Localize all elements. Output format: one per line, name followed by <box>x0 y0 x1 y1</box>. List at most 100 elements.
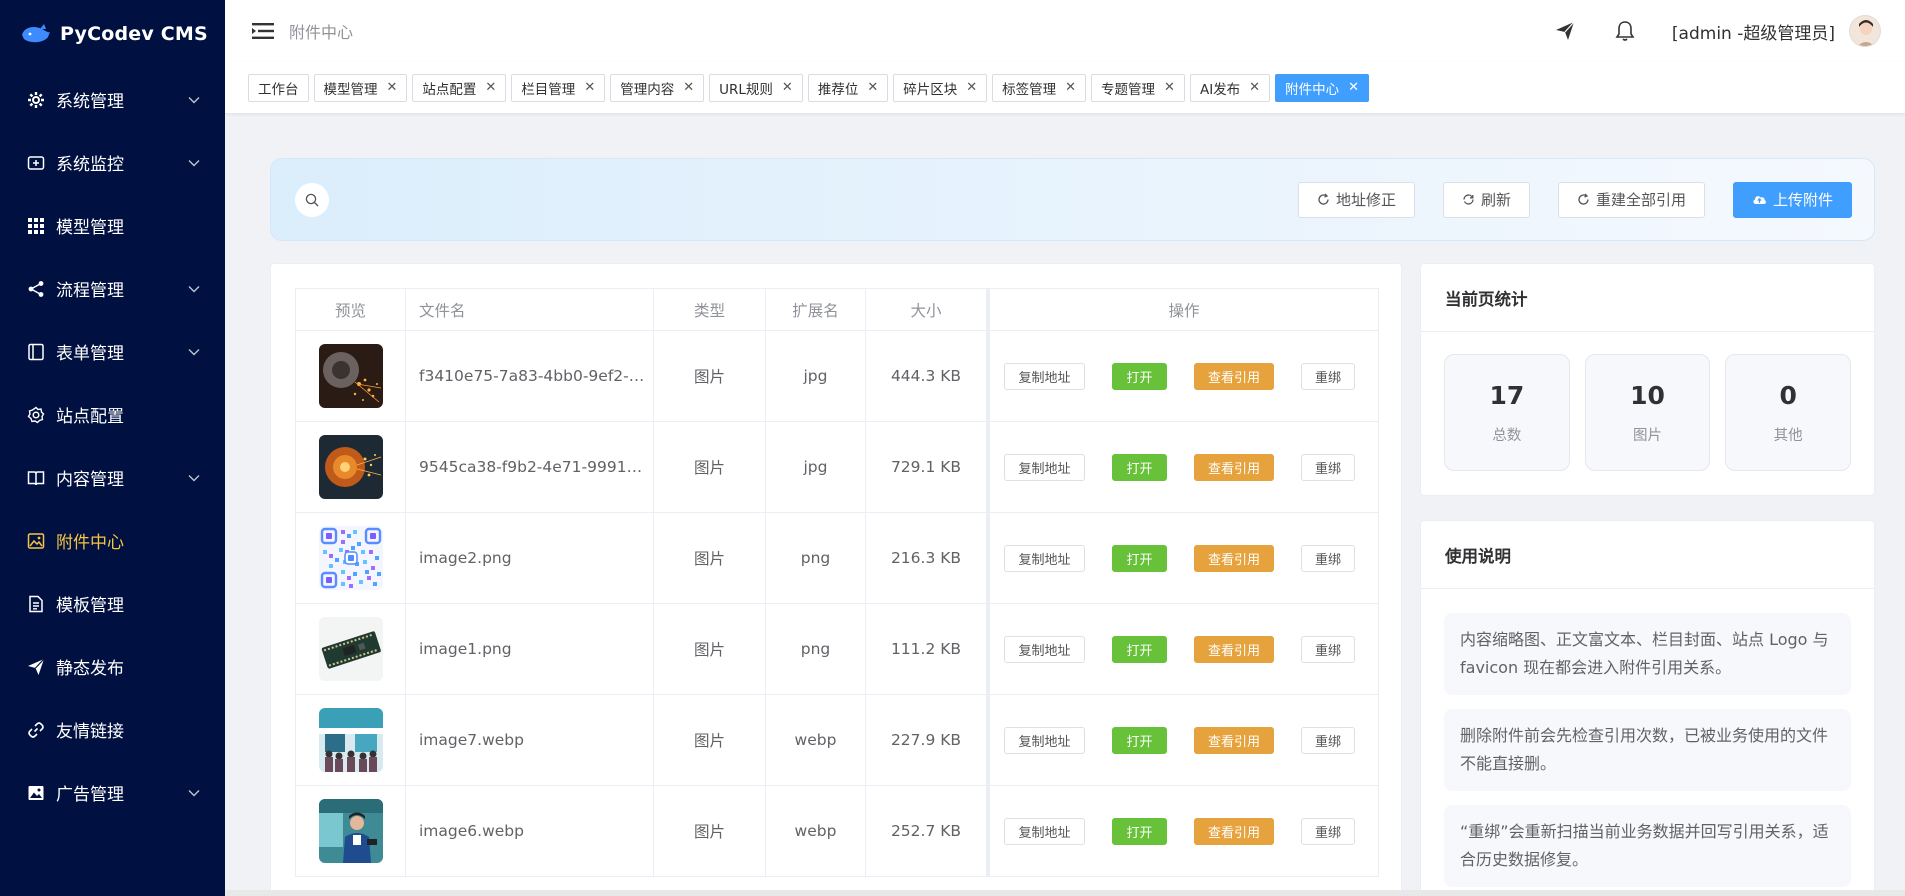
sidebar-item-9[interactable]: 静态发布 <box>0 635 225 698</box>
preview-cell <box>295 331 405 421</box>
copy-address-button[interactable]: 复制地址 <box>1004 635 1085 663</box>
horizontal-scrollbar[interactable] <box>225 890 1905 896</box>
close-icon[interactable]: ✕ <box>1249 80 1260 95</box>
tab-2[interactable]: 站点配置 ✕ <box>412 73 507 102</box>
sidebar-item-8[interactable]: 模板管理 <box>0 572 225 635</box>
copy-address-button[interactable]: 复制地址 <box>1004 726 1085 754</box>
bell-icon[interactable] <box>1612 18 1638 44</box>
tab-4[interactable]: 管理内容 ✕ <box>610 73 705 102</box>
sidebar-item-2[interactable]: 模型管理 <box>0 194 225 257</box>
filename: image6.webp <box>419 822 524 840</box>
tab-1[interactable]: 模型管理 ✕ <box>313 73 408 102</box>
thumbnail-image[interactable] <box>318 708 383 772</box>
sidebar-item-label: 流程管理 <box>56 281 124 301</box>
tab-10[interactable]: AI发布 ✕ <box>1189 73 1271 102</box>
copy-address-button[interactable]: 复制地址 <box>1004 453 1085 481</box>
send-icon[interactable] <box>1552 18 1578 44</box>
view-refs-button[interactable]: 查看引用 <box>1194 362 1274 390</box>
view-refs-button[interactable]: 查看引用 <box>1194 544 1274 572</box>
user-name[interactable]: [admin -超级管理员] <box>1672 19 1835 44</box>
thumbnail-image[interactable] <box>318 617 383 681</box>
fix-address-button[interactable]: 地址修正 <box>1297 181 1415 218</box>
ops-cell: 复制地址 打开 查看引用 重绑 <box>989 331 1379 421</box>
rebind-button[interactable]: 重绑 <box>1301 817 1355 845</box>
col-filename: 文件名 <box>405 289 653 330</box>
close-icon[interactable]: ✕ <box>387 80 398 95</box>
chevron-down-icon <box>187 345 201 359</box>
chevron-down-icon <box>187 786 201 800</box>
view-refs-button[interactable]: 查看引用 <box>1194 453 1274 481</box>
open-button[interactable]: 打开 <box>1112 635 1167 663</box>
rebind-button[interactable]: 重绑 <box>1301 726 1355 754</box>
open-button[interactable]: 打开 <box>1112 817 1167 845</box>
rebind-button[interactable]: 重绑 <box>1301 362 1355 390</box>
table-row: f3410e75-7a83-4bb0-9ef2-b4... 图片 jpg 444.3 … <box>295 331 1379 422</box>
thumbnail-image[interactable] <box>318 435 383 499</box>
copy-address-button[interactable]: 复制地址 <box>1004 817 1085 845</box>
close-icon[interactable]: ✕ <box>485 80 496 95</box>
picture-icon <box>26 783 46 803</box>
sidebar-item-5[interactable]: 站点配置 <box>0 383 225 446</box>
rebind-button[interactable]: 重绑 <box>1301 544 1355 572</box>
stats-title: 当前页统计 <box>1421 264 1874 332</box>
close-icon[interactable]: ✕ <box>584 80 595 95</box>
sidebar-item-10[interactable]: 友情链接 <box>0 698 225 761</box>
rebind-button[interactable]: 重绑 <box>1301 453 1355 481</box>
sidebar-item-6[interactable]: 内容管理 <box>0 446 225 509</box>
tab-8[interactable]: 标签管理 ✕ <box>992 73 1087 102</box>
logo[interactable]: PyCodev CMS <box>0 0 225 68</box>
open-button[interactable]: 打开 <box>1112 453 1167 481</box>
close-icon[interactable]: ✕ <box>1348 80 1359 95</box>
copy-address-button[interactable]: 复制地址 <box>1004 544 1085 572</box>
filename: image7.webp <box>419 731 524 749</box>
chevron-down-icon <box>187 282 201 296</box>
refresh-button[interactable]: 刷新 <box>1442 181 1530 218</box>
close-icon[interactable]: ✕ <box>1065 80 1076 95</box>
tab-9[interactable]: 专题管理 ✕ <box>1091 73 1185 102</box>
view-refs-button[interactable]: 查看引用 <box>1194 817 1274 845</box>
ext-cell: png <box>765 513 865 603</box>
avatar[interactable] <box>1849 15 1881 47</box>
thumbnail-image[interactable] <box>318 526 383 590</box>
upload-button[interactable]: 上传附件 <box>1732 181 1852 218</box>
open-button[interactable]: 打开 <box>1112 726 1167 754</box>
sidebar-item-0[interactable]: 系统管理 <box>0 68 225 131</box>
open-button[interactable]: 打开 <box>1112 362 1167 390</box>
tab-5[interactable]: URL规则 ✕ <box>709 73 803 102</box>
view-refs-button[interactable]: 查看引用 <box>1194 726 1274 754</box>
tab-label: 管理内容 <box>620 81 675 98</box>
search-icon[interactable] <box>295 182 329 217</box>
close-icon[interactable]: ✕ <box>782 80 793 95</box>
view-refs-button[interactable]: 查看引用 <box>1194 635 1274 663</box>
filename-cell: image7.webp <box>405 695 653 785</box>
filename-cell: image1.png <box>405 604 653 694</box>
col-preview: 预览 <box>295 289 405 330</box>
close-icon[interactable]: ✕ <box>966 80 977 95</box>
stat-tile: 0 其他 <box>1725 354 1852 471</box>
tab-11[interactable]: 附件中心 ✕ <box>1275 73 1369 102</box>
filename-cell: image6.webp <box>405 786 653 876</box>
close-icon[interactable]: ✕ <box>1164 80 1175 95</box>
sidebar-item-3[interactable]: 流程管理 <box>0 257 225 320</box>
tab-3[interactable]: 栏目管理 ✕ <box>511 73 606 102</box>
sidebar-item-7[interactable]: 附件中心 <box>0 509 225 572</box>
menu-toggle-icon[interactable] <box>251 19 275 43</box>
thumbnail-image[interactable] <box>318 344 383 408</box>
close-icon[interactable]: ✕ <box>683 80 694 95</box>
stat-label: 总数 <box>1492 427 1522 444</box>
chevron-down-icon <box>187 93 201 107</box>
rebuild-refs-button[interactable]: 重建全部引用 <box>1557 181 1705 218</box>
copy-address-button[interactable]: 复制地址 <box>1004 362 1085 390</box>
col-ext: 扩展名 <box>765 289 865 330</box>
sidebar-item-11[interactable]: 广告管理 <box>0 761 225 824</box>
open-button[interactable]: 打开 <box>1112 544 1167 572</box>
sidebar-item-1[interactable]: 系统监控 <box>0 131 225 194</box>
ext-cell: webp <box>765 786 865 876</box>
thumbnail-image[interactable] <box>318 799 383 863</box>
tab-6[interactable]: 推荐位 ✕ <box>807 73 889 102</box>
tab-0[interactable]: 工作台 <box>248 73 309 102</box>
sidebar-item-4[interactable]: 表单管理 <box>0 320 225 383</box>
close-icon[interactable]: ✕ <box>867 80 878 95</box>
tab-7[interactable]: 碎片区块 ✕ <box>893 73 988 102</box>
rebind-button[interactable]: 重绑 <box>1301 635 1355 663</box>
